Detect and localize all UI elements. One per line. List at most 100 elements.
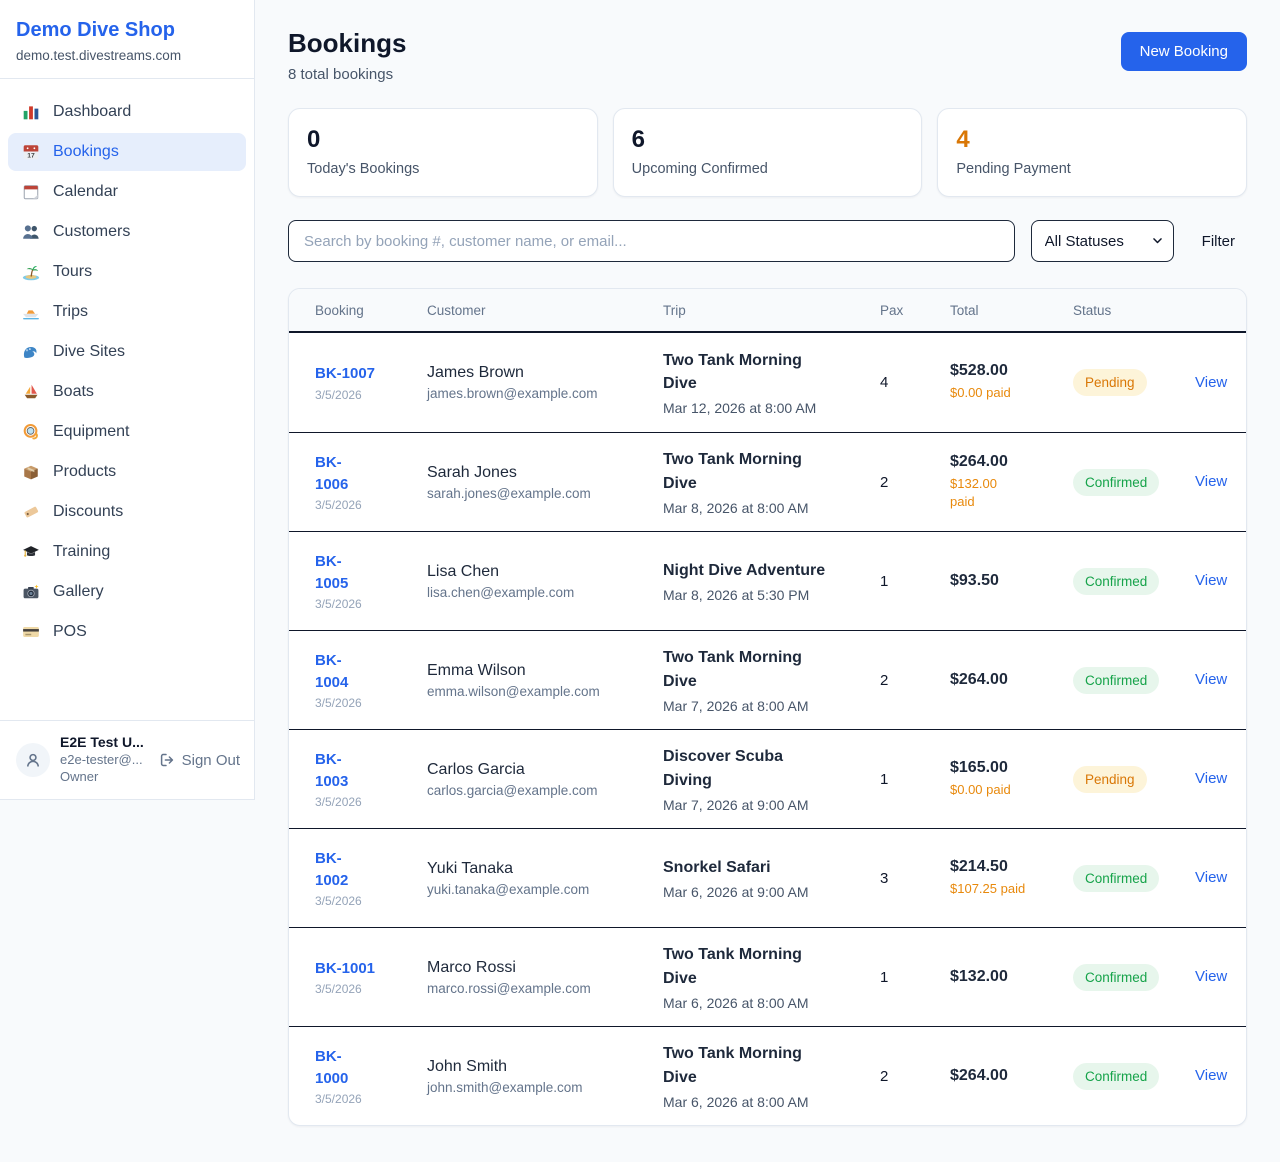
total-cell: $264.00 [950, 1067, 1073, 1085]
user-section: E2E Test U... e2e-tester@... Owner Sign … [0, 720, 254, 799]
view-link[interactable]: View [1195, 770, 1227, 787]
booking-link[interactable]: BK-1007 [315, 363, 375, 385]
trip-cell: Discover Scuba Diving Mar 7, 2026 at 9:0… [663, 745, 880, 812]
view-link[interactable]: View [1195, 968, 1227, 985]
column-header-booking: Booking [289, 289, 427, 331]
sidebar-item-dive-sites[interactable]: Dive Sites [8, 333, 246, 371]
trip-cell: Snorkel Safari Mar 6, 2026 at 9:00 AM [663, 856, 880, 900]
sidebar-item-label: Training [53, 543, 110, 561]
sidebar-item-label: Customers [53, 223, 130, 241]
sidebar-item-trips[interactable]: Trips [8, 293, 246, 331]
customer-name: John Smith [427, 1058, 653, 1076]
total-cell: $93.50 [950, 572, 1073, 590]
user-name: E2E Test U... [60, 734, 149, 750]
booking-cell: BK-1005 3/5/2026 [289, 551, 427, 612]
sign-out-button[interactable]: Sign Out [159, 752, 240, 769]
booking-date: 3/5/2026 [315, 597, 417, 611]
sidebar-item-gallery[interactable]: Gallery [8, 573, 246, 611]
booking-link[interactable]: BK-1005 [315, 551, 361, 595]
status-cell: Confirmed [1073, 469, 1195, 496]
total-amount: $264.00 [950, 671, 1063, 689]
sidebar-item-label: Gallery [53, 583, 104, 601]
view-link[interactable]: View [1195, 473, 1227, 490]
status-badge: Confirmed [1073, 865, 1159, 892]
view-link[interactable]: View [1195, 869, 1227, 886]
customer-cell: Carlos Garcia carlos.garcia@example.com [427, 761, 663, 798]
view-link[interactable]: View [1195, 671, 1227, 688]
people-icon [22, 223, 40, 241]
customer-email: emma.wilson@example.com [427, 684, 653, 699]
trip-name: Two Tank Morning Dive [663, 646, 818, 692]
booking-link[interactable]: BK-1002 [315, 848, 361, 892]
bar-chart-icon [22, 103, 40, 121]
stat-value: 0 [307, 126, 579, 154]
booking-cell: BK-1003 3/5/2026 [289, 749, 427, 810]
status-cell: Pending [1073, 766, 1195, 793]
stat-card-todays-bookings: 0 Today's Bookings [288, 108, 598, 197]
sidebar-item-bookings[interactable]: 17 Bookings [8, 133, 246, 171]
sidebar-item-boats[interactable]: Boats [8, 373, 246, 411]
page-subtitle: 8 total bookings [288, 66, 406, 83]
sidebar-item-training[interactable]: Training [8, 533, 246, 571]
status-badge: Confirmed [1073, 1063, 1159, 1090]
trip-datetime: Mar 7, 2026 at 9:00 AM [663, 797, 870, 813]
table-row: BK-1007 3/5/2026 James Brown james.brown… [289, 333, 1246, 432]
booking-link[interactable]: BK-1000 [315, 1046, 361, 1090]
sidebar-item-dashboard[interactable]: Dashboard [8, 93, 246, 131]
table-row: BK-1001 3/5/2026 Marco Rossi marco.rossi… [289, 927, 1246, 1026]
status-cell: Confirmed [1073, 1063, 1195, 1090]
customer-cell: Emma Wilson emma.wilson@example.com [427, 662, 663, 699]
sidebar-item-discounts[interactable]: Discounts [8, 493, 246, 531]
table-header: Booking Customer Trip Pax Total Status [289, 289, 1246, 333]
island-icon [22, 263, 40, 281]
booking-cell: BK-1002 3/5/2026 [289, 848, 427, 909]
status-badge: Confirmed [1073, 667, 1159, 694]
customer-email: carlos.garcia@example.com [427, 783, 653, 798]
person-icon [24, 751, 42, 769]
sidebar-item-customers[interactable]: Customers [8, 213, 246, 251]
stat-label: Pending Payment [956, 161, 1228, 177]
total-cell: $165.00 $0.00 paid [950, 759, 1073, 799]
trip-datetime: Mar 8, 2026 at 8:00 AM [663, 500, 870, 516]
sidebar-item-label: Tours [53, 263, 92, 281]
view-link[interactable]: View [1195, 572, 1227, 589]
calendar-icon: 17 [22, 143, 40, 161]
booking-link[interactable]: BK-1006 [315, 452, 361, 496]
status-badge: Confirmed [1073, 964, 1159, 991]
customer-cell: Lisa Chen lisa.chen@example.com [427, 563, 663, 600]
sailboat-icon [22, 383, 40, 401]
view-link[interactable]: View [1195, 1067, 1227, 1084]
sidebar-item-products[interactable]: Products [8, 453, 246, 491]
trip-cell: Two Tank Morning Dive Mar 8, 2026 at 8:0… [663, 448, 880, 515]
booking-link[interactable]: BK-1003 [315, 749, 361, 793]
customer-name: Carlos Garcia [427, 761, 653, 779]
new-booking-button[interactable]: New Booking [1121, 32, 1247, 71]
booking-date: 3/5/2026 [315, 894, 417, 908]
booking-link[interactable]: BK-1004 [315, 650, 361, 694]
trip-name: Discover Scuba Diving [663, 745, 818, 791]
paid-amount: $0.00 paid [950, 384, 1063, 402]
filter-button[interactable]: Filter [1190, 233, 1247, 250]
search-input[interactable] [288, 220, 1015, 262]
total-cell: $264.00 [950, 671, 1073, 689]
sidebar-item-equipment[interactable]: Equipment [8, 413, 246, 451]
view-cell: View [1195, 968, 1246, 986]
booking-link[interactable]: BK-1001 [315, 958, 375, 980]
status-filter-select[interactable]: All Statuses [1031, 220, 1174, 262]
trip-datetime: Mar 12, 2026 at 8:00 AM [663, 400, 870, 416]
sidebar-item-tours[interactable]: Tours [8, 253, 246, 291]
sidebar-nav: Dashboard 17 Bookings Calendar Customers… [0, 79, 254, 720]
avatar [16, 743, 50, 777]
view-link[interactable]: View [1195, 374, 1227, 391]
status-cell: Pending [1073, 369, 1195, 396]
column-header-trip: Trip [663, 289, 880, 331]
sidebar-item-calendar[interactable]: Calendar [8, 173, 246, 211]
total-amount: $528.00 [950, 362, 1063, 380]
svg-text:17: 17 [27, 153, 35, 160]
sidebar-item-label: Discounts [53, 503, 123, 521]
stat-value: 6 [632, 126, 904, 154]
trip-datetime: Mar 7, 2026 at 8:00 AM [663, 698, 870, 714]
sidebar-item-label: Calendar [53, 183, 118, 201]
column-header-actions [1195, 297, 1246, 324]
sidebar-item-pos[interactable]: POS [8, 613, 246, 651]
